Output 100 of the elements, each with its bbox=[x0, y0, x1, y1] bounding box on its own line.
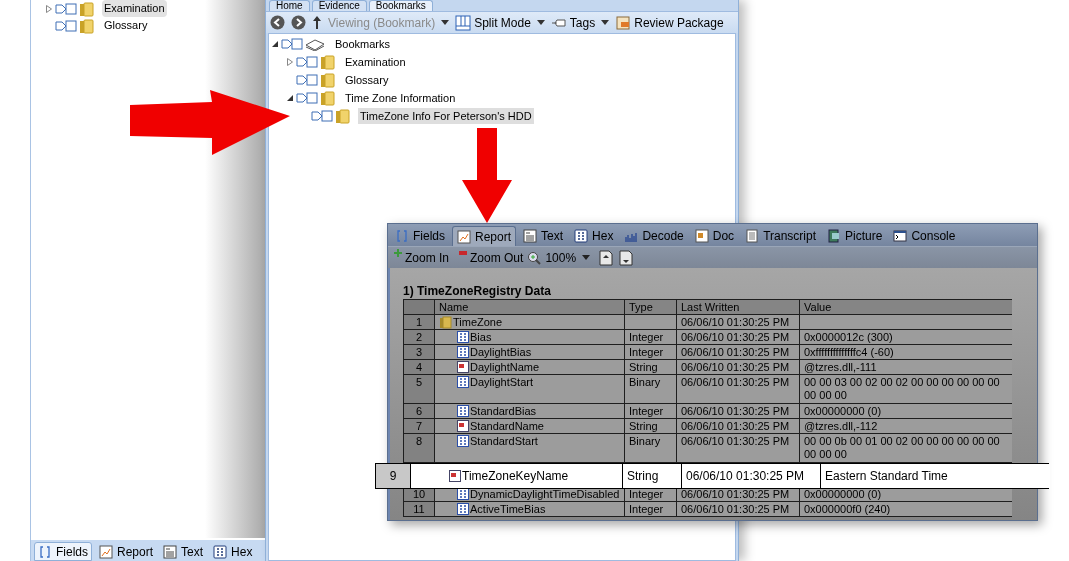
table-cell: Binary bbox=[625, 375, 676, 403]
column-header[interactable]: Type bbox=[625, 300, 676, 314]
expander-icon[interactable] bbox=[271, 39, 279, 49]
zoom-out-button[interactable]: Zoom Out bbox=[459, 248, 524, 267]
table-cell: 06/06/10 01:30:25 PM bbox=[677, 375, 799, 403]
forward-icon bbox=[291, 15, 306, 30]
table-cell: 06/06/10 01:30:25 PM bbox=[677, 404, 799, 418]
table-cell: 06/06/10 01:30:25 PM bbox=[677, 502, 799, 516]
table-cell: 06/06/10 01:30:25 PM bbox=[677, 434, 799, 462]
row-number: 7 bbox=[404, 419, 434, 433]
table-cell: 0xffffffffffffffc4 (-60) bbox=[800, 345, 1012, 359]
chart-icon bbox=[457, 229, 471, 244]
tab[interactable]: Transcript bbox=[741, 226, 821, 246]
tree-item[interactable]: Glossary bbox=[343, 72, 391, 88]
folder-icon bbox=[320, 90, 335, 106]
report-title: 1) TimeZoneRegistry Data bbox=[403, 284, 552, 298]
tab[interactable]: Decode bbox=[620, 226, 688, 246]
tab[interactable]: Hex bbox=[210, 542, 256, 561]
tab[interactable]: Fields bbox=[391, 226, 449, 246]
console-icon bbox=[893, 229, 908, 243]
cell-text: Bias bbox=[470, 330, 492, 344]
column-header[interactable]: Name bbox=[435, 300, 624, 314]
table-cell: Eastern Standard Time bbox=[821, 464, 1050, 488]
tree-item[interactable]: Time Zone Information bbox=[343, 90, 458, 106]
caret-icon bbox=[441, 20, 450, 25]
page-down-icon bbox=[618, 249, 635, 266]
table-cell: 06/06/10 01:30:25 PM bbox=[677, 315, 799, 329]
folder-icon bbox=[439, 315, 452, 329]
toolbar-button[interactable]: Split Mode bbox=[455, 13, 545, 32]
table-cell: Integer bbox=[625, 330, 676, 344]
tab[interactable]: Report bbox=[452, 226, 517, 246]
checkbox-icon bbox=[311, 110, 333, 122]
folder-icon bbox=[320, 72, 335, 88]
number-field-icon bbox=[457, 503, 469, 515]
up-arrow-icon bbox=[312, 15, 322, 30]
table-cell: 0x00000000 (0) bbox=[800, 404, 1012, 418]
caret-icon bbox=[582, 255, 591, 260]
table-cell: Binary bbox=[625, 434, 676, 462]
tab[interactable]: Text bbox=[160, 542, 207, 561]
tab[interactable]: Fields bbox=[34, 542, 92, 561]
tree-item[interactable]: Examination bbox=[343, 54, 408, 70]
table-cell: String bbox=[623, 464, 681, 488]
table-cell: 06/06/10 01:30:25 PM bbox=[677, 360, 799, 374]
checkbox-icon bbox=[281, 38, 303, 50]
row-number: 4 bbox=[404, 360, 434, 374]
table-cell: String bbox=[625, 360, 676, 374]
number-field-icon bbox=[457, 405, 469, 417]
minus-icon bbox=[459, 250, 467, 255]
tab[interactable]: Doc bbox=[690, 226, 739, 246]
tree-item[interactable]: TimeZone Info For Peterson's HDD bbox=[358, 108, 534, 124]
folder-icon bbox=[320, 54, 335, 70]
page-icon bbox=[745, 229, 760, 243]
cell-text: TimeZoneKeyName bbox=[462, 468, 569, 485]
text-document-icon bbox=[523, 229, 538, 243]
table-cell: 0x0000012c (300) bbox=[800, 330, 1012, 344]
row-number: 2 bbox=[404, 330, 434, 344]
row-number: 8 bbox=[404, 434, 434, 462]
tree-item[interactable]: Bookmarks bbox=[333, 36, 393, 52]
tab[interactable]: Text bbox=[519, 226, 568, 246]
tab[interactable]: Picture bbox=[823, 226, 887, 246]
table-cell: 00 00 03 00 02 00 02 00 00 00 00 00 00 00 00 00 bbox=[800, 375, 1012, 403]
tree-item[interactable]: Glossary bbox=[102, 17, 150, 34]
table-cell: @tzres.dll,-111 bbox=[800, 360, 1012, 374]
document-icon bbox=[694, 229, 709, 243]
text-field-icon bbox=[449, 470, 461, 482]
row-number: 6 bbox=[404, 404, 434, 418]
column-header[interactable]: Value bbox=[800, 300, 1012, 314]
toolbar-button[interactable]: Tags bbox=[550, 13, 610, 32]
table-cell: 06/06/10 01:30:25 PM bbox=[677, 419, 799, 433]
table-cell: 0x000000f0 (240) bbox=[800, 502, 1012, 516]
row-number: 9 bbox=[376, 464, 410, 488]
tab[interactable]: Hex bbox=[570, 226, 618, 246]
braces-icon bbox=[38, 544, 52, 559]
cell-text: TimeZone bbox=[453, 315, 503, 329]
table-cell: Integer bbox=[625, 404, 676, 418]
grid-icon bbox=[213, 544, 228, 559]
number-field-icon bbox=[457, 346, 469, 358]
tree-item[interactable]: Examination bbox=[102, 0, 167, 17]
checkbox-icon bbox=[55, 19, 77, 32]
tab[interactable]: Console bbox=[889, 226, 960, 246]
table-cell: 06/06/10 01:30:25 PM bbox=[677, 330, 799, 344]
table-cell: 06/06/10 01:30:25 PM bbox=[677, 345, 799, 359]
toolbar-button[interactable]: Review Package bbox=[615, 13, 724, 32]
zoom-dropdown[interactable]: 100% bbox=[545, 248, 591, 267]
cell-text: ActiveTimeBias bbox=[470, 502, 546, 516]
braces-icon bbox=[395, 229, 409, 243]
row-number: 3 bbox=[404, 345, 434, 359]
cell-text: DaylightStart bbox=[470, 376, 533, 389]
header-cell bbox=[404, 300, 434, 314]
zoom-in-button[interactable]: Zoom In bbox=[394, 248, 449, 267]
text-document-icon bbox=[163, 544, 178, 559]
book-icon bbox=[305, 37, 325, 51]
expander-icon[interactable] bbox=[286, 93, 294, 103]
number-field-icon bbox=[457, 435, 469, 447]
grid-icon bbox=[574, 229, 589, 243]
magnifier-icon bbox=[527, 250, 542, 265]
chart-icon bbox=[99, 544, 113, 559]
page-up-icon bbox=[598, 249, 615, 266]
column-header[interactable]: Last Written bbox=[677, 300, 799, 314]
tab[interactable]: Report bbox=[96, 542, 157, 561]
